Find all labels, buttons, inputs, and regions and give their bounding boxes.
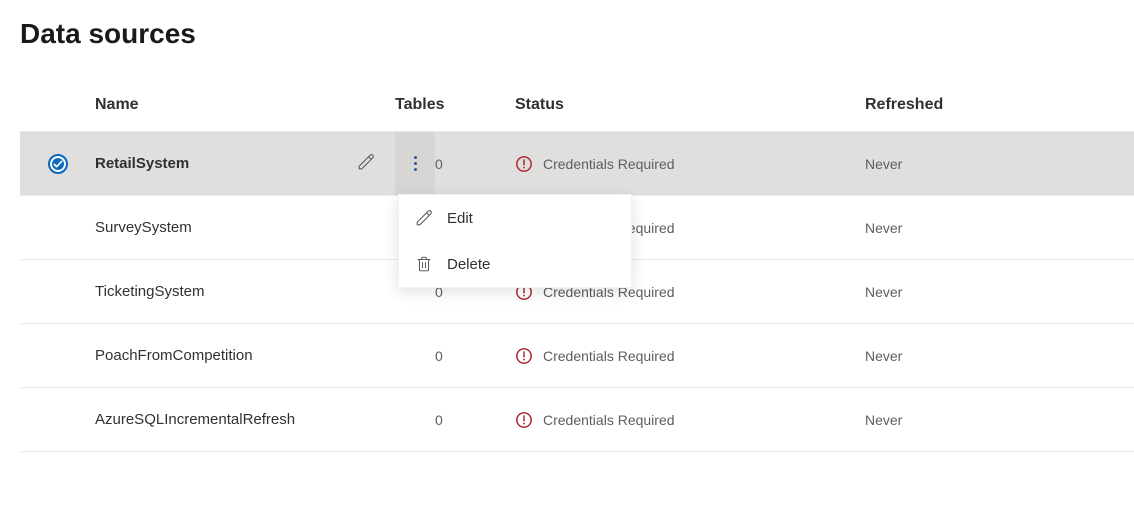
- data-sources-table: Name Tables Status Refreshed RetailSyste…: [0, 78, 1134, 452]
- row-refreshed: Never: [865, 284, 1134, 300]
- column-header-tables[interactable]: Tables: [395, 96, 515, 114]
- page-title: Data sources: [0, 0, 1134, 78]
- row-refreshed: Never: [865, 220, 1134, 236]
- column-header-status[interactable]: Status: [515, 96, 865, 114]
- row-tables: 0: [435, 412, 515, 428]
- row-refreshed: Never: [865, 412, 1134, 428]
- column-header-refreshed[interactable]: Refreshed: [865, 96, 1134, 114]
- warning-icon: [515, 155, 533, 173]
- row-name: AzureSQLIncrementalRefresh: [95, 411, 295, 428]
- row-selection[interactable]: [20, 154, 95, 174]
- menu-edit-label: Edit: [447, 210, 473, 227]
- row-status: Credentials Required: [543, 412, 675, 428]
- menu-delete[interactable]: Delete: [399, 241, 631, 287]
- menu-delete-label: Delete: [447, 256, 490, 273]
- row-refreshed: Never: [865, 348, 1134, 364]
- row-name: TicketingSystem: [95, 283, 204, 300]
- table-row[interactable]: PoachFromCompetition 0 Credentials Requi…: [20, 324, 1134, 388]
- column-header-name[interactable]: Name: [95, 96, 395, 114]
- row-actions-menu: Edit Delete: [398, 194, 632, 288]
- row-status: Credentials Required: [543, 156, 675, 172]
- row-status: Credentials Required: [543, 348, 675, 364]
- menu-edit[interactable]: Edit: [399, 195, 631, 241]
- table-row[interactable]: RetailSystem 0 Credentials Required Neve…: [20, 132, 1134, 196]
- more-actions-button[interactable]: [395, 132, 435, 196]
- row-name: SurveySystem: [95, 219, 192, 236]
- row-name: PoachFromCompetition: [95, 347, 253, 364]
- row-refreshed: Never: [865, 156, 1134, 172]
- row-tables: 0: [435, 156, 515, 172]
- table-row[interactable]: AzureSQLIncrementalRefresh 0 Credentials…: [20, 388, 1134, 452]
- pencil-icon: [415, 209, 433, 227]
- trash-icon: [415, 255, 433, 273]
- row-name: RetailSystem: [95, 155, 189, 172]
- more-vertical-icon: [414, 156, 417, 171]
- row-tables: 0: [435, 348, 515, 364]
- checkmark-icon: [48, 154, 68, 174]
- table-header: Name Tables Status Refreshed: [20, 78, 1134, 132]
- warning-icon: [515, 347, 533, 365]
- edit-icon[interactable]: [357, 153, 375, 175]
- warning-icon: [515, 411, 533, 429]
